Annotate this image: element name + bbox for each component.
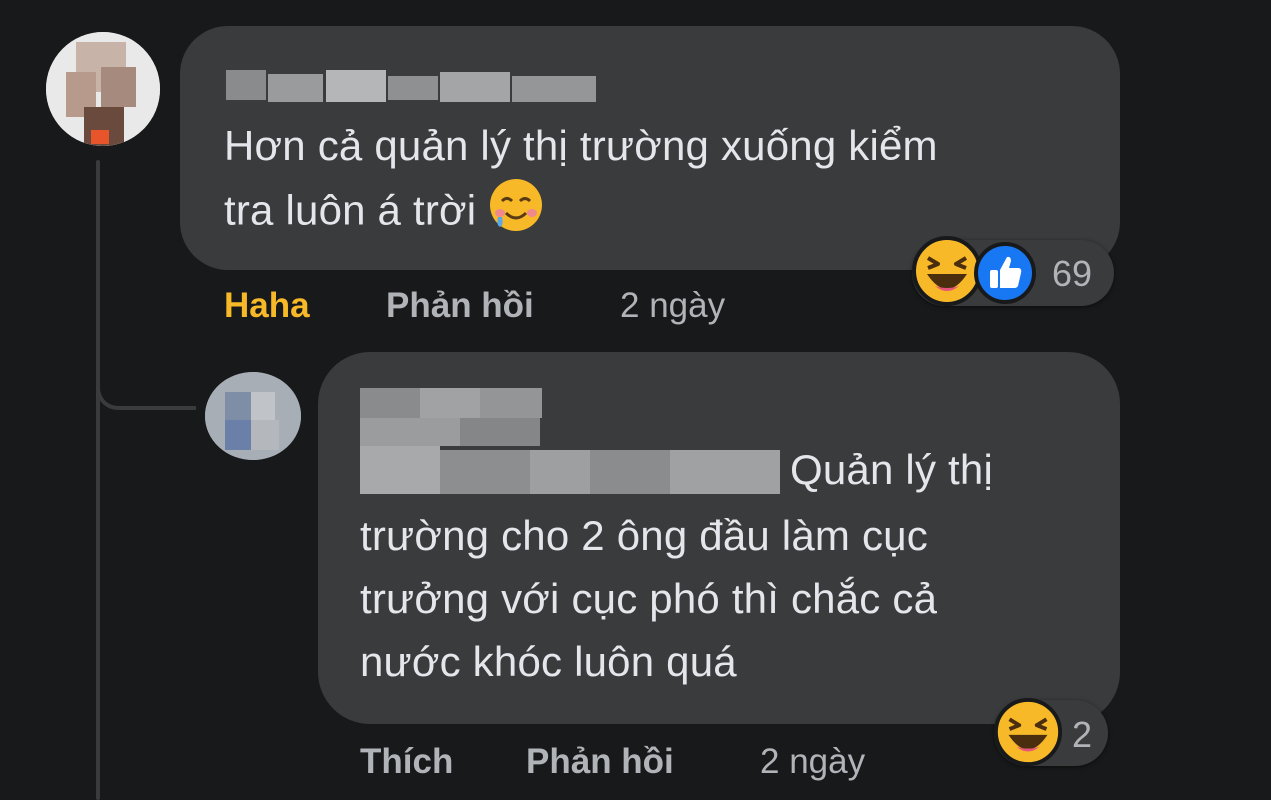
author-name-blurred[interactable] — [226, 70, 596, 104]
author-name-blurred[interactable] — [360, 388, 780, 498]
thread-line — [96, 160, 100, 800]
reaction-summary[interactable]: 69 — [912, 236, 1114, 309]
reply-button[interactable]: Phản hồi — [526, 742, 674, 782]
like-button[interactable]: Thích — [360, 742, 453, 782]
reaction-summary[interactable]: 2 — [993, 697, 1108, 767]
timestamp[interactable]: 2 ngày — [620, 286, 725, 326]
thread-branch — [96, 360, 196, 410]
avatar[interactable] — [205, 372, 301, 460]
comment-line: nước khóc luôn quá — [360, 638, 737, 685]
timestamp[interactable]: 2 ngày — [760, 742, 865, 782]
comment-text: Hơn cả quản lý thị trường xuống kiểm tra… — [224, 114, 938, 250]
reaction-count: 69 — [1052, 253, 1093, 294]
haha-emoji-icon — [910, 234, 984, 313]
comment-line: Quản lý thị — [790, 446, 993, 493]
haha-emoji-icon — [992, 696, 1064, 773]
avatar[interactable] — [46, 32, 160, 146]
haha-button[interactable]: Haha — [224, 286, 310, 326]
comment-line: tra luôn á trời — [224, 186, 477, 234]
reply-button[interactable]: Phản hồi — [386, 286, 534, 326]
like-icon — [974, 242, 1036, 309]
reply-text: trường cho 2 ông đầu làm cục trưởng với … — [360, 504, 937, 693]
crying-smile-emoji-icon — [488, 177, 544, 250]
comment-line: Hơn cả quản lý thị trường xuống kiểm — [224, 122, 938, 169]
reply-bubble: Quản lý thị trường cho 2 ông đầu làm cục… — [318, 352, 1120, 724]
reaction-count: 2 — [1072, 714, 1093, 755]
comment-line: trưởng với cục phó thì chắc cả — [360, 575, 938, 622]
reply-text-first: Quản lý thị — [790, 438, 993, 501]
comment-line: trường cho 2 ông đầu làm cục — [360, 512, 928, 559]
